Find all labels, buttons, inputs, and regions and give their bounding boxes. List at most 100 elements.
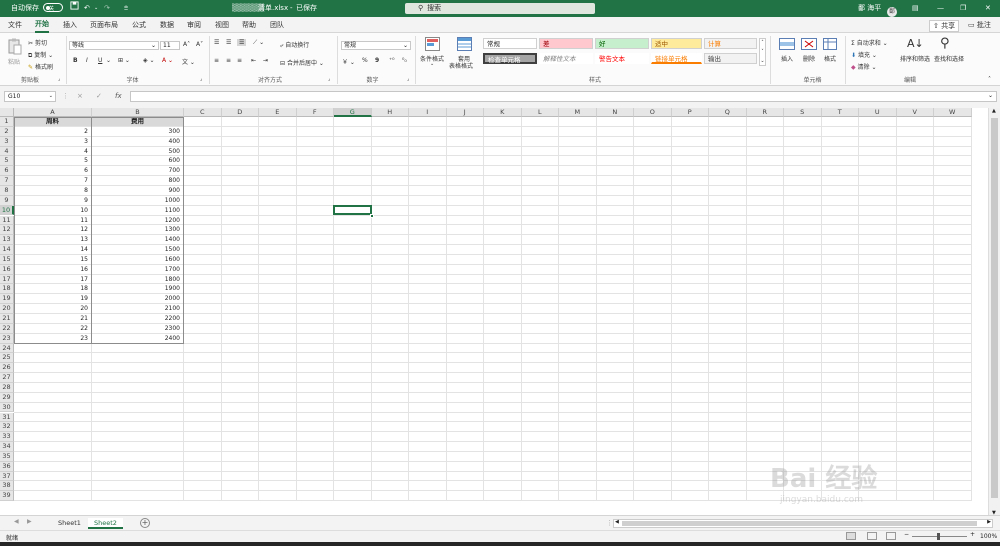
currency-icon[interactable]: ￥ ⌄ — [342, 57, 355, 66]
zoom-in-icon[interactable]: + — [970, 531, 975, 538]
table-cell[interactable]: 800 — [92, 176, 182, 186]
header-cell-b1[interactable]: 费用 — [92, 117, 183, 126]
name-box[interactable]: G10 ⌄ — [4, 91, 56, 102]
tab-page-layout[interactable]: 页面布局 — [90, 17, 118, 33]
align-top-icon[interactable]: ☰ — [214, 39, 219, 46]
row-header[interactable]: 27 — [0, 373, 14, 383]
clipboard-launcher-icon[interactable]: ⌟ — [58, 76, 60, 82]
fill-color-icon[interactable]: ◈ ⌄ — [143, 57, 155, 64]
cut-button[interactable]: ✂ 剪切 — [28, 38, 47, 47]
column-header[interactable]: C — [184, 108, 222, 117]
table-cell[interactable]: 9 — [14, 196, 90, 206]
insert-function-icon[interactable]: fx — [115, 92, 122, 100]
table-cell[interactable]: 17 — [14, 275, 90, 285]
search-box[interactable]: ⚲ 搜索 — [405, 3, 595, 14]
font-launcher-icon[interactable]: ⌟ — [200, 76, 202, 82]
fill-handle[interactable] — [369, 213, 374, 218]
column-header[interactable]: W — [934, 108, 972, 117]
conditional-format-icon[interactable] — [425, 37, 440, 53]
style-cell-explanatory[interactable]: 解释性文本 — [539, 53, 593, 64]
table-cell[interactable]: 13 — [14, 235, 90, 245]
table-cell[interactable]: 1100 — [92, 206, 182, 216]
format-cells-icon[interactable] — [823, 38, 837, 52]
table-cell[interactable]: 1700 — [92, 265, 182, 275]
decrease-indent-icon[interactable]: ⇤ — [251, 57, 256, 64]
table-cell[interactable]: 2100 — [92, 304, 182, 314]
find-select-icon[interactable]: ⚲ — [940, 36, 950, 51]
row-header[interactable]: 6 — [0, 166, 14, 177]
tab-view[interactable]: 视图 — [215, 17, 229, 33]
sheet-tab-sheet2[interactable]: Sheet2 — [88, 518, 123, 529]
zoom-level[interactable]: 100% — [980, 533, 997, 540]
format-cells-button[interactable]: 格式 — [824, 54, 836, 63]
column-header[interactable]: E — [259, 108, 297, 117]
row-header[interactable]: 28 — [0, 382, 14, 393]
clear-button[interactable]: ◆ 清除 ⌄ — [851, 62, 877, 71]
sort-filter-icon[interactable]: A↓ — [907, 37, 924, 50]
column-header[interactable]: P — [671, 108, 709, 117]
style-cell-check[interactable]: 检查单元格 — [483, 53, 537, 64]
table-cell[interactable]: 15 — [14, 255, 90, 265]
table-cell[interactable]: 7 — [14, 176, 90, 186]
next-sheet-icon[interactable]: ▶ — [27, 518, 32, 525]
row-header[interactable]: 23 — [0, 333, 14, 344]
table-cell[interactable]: 400 — [92, 137, 182, 147]
table-cell[interactable]: 500 — [92, 147, 182, 157]
table-cell[interactable]: 11 — [14, 216, 90, 226]
formula-input[interactable] — [130, 91, 997, 102]
column-header[interactable]: B — [92, 108, 184, 117]
style-cell-bad[interactable]: 差 — [539, 38, 593, 49]
ribbon-display-icon[interactable]: ▤ — [912, 0, 919, 17]
column-header[interactable]: Q — [709, 108, 747, 117]
tab-insert[interactable]: 插入 — [63, 17, 77, 33]
row-header[interactable]: 14 — [0, 245, 14, 255]
decrease-font-icon[interactable]: A˅ — [196, 41, 203, 48]
tab-formulas[interactable]: 公式 — [132, 17, 146, 33]
row-header[interactable]: 29 — [0, 392, 14, 403]
table-cell[interactable]: 4 — [14, 147, 90, 157]
format-painter-button[interactable]: ✎ 格式刷 — [28, 62, 53, 71]
select-all-corner[interactable] — [0, 108, 14, 117]
comma-button[interactable]: 9 — [375, 57, 379, 64]
enter-icon[interactable]: ✓ — [96, 92, 102, 100]
style-cell-output[interactable]: 输出 — [704, 53, 757, 64]
table-cell[interactable]: 22 — [14, 324, 90, 334]
bold-button[interactable]: B — [73, 57, 78, 64]
table-cell[interactable]: 1600 — [92, 255, 182, 265]
row-header[interactable]: 3 — [0, 136, 14, 147]
restore-icon[interactable]: ❐ — [960, 0, 966, 17]
column-header[interactable]: A — [14, 108, 92, 117]
worksheet-grid[interactable]: A B C D E F G H I J K L M N O P Q R S T U V W 1 2 3 4 5 6 7 8 9 10 11 12 13… — [0, 108, 988, 516]
column-header[interactable]: G — [334, 108, 372, 117]
add-sheet-icon[interactable]: + — [140, 518, 150, 528]
avatar[interactable]: 鄱 — [887, 0, 897, 17]
row-header[interactable]: 15 — [0, 254, 14, 265]
fill-button[interactable]: ⬇ 填充 ⌄ — [851, 50, 877, 59]
table-cell[interactable]: 1500 — [92, 245, 182, 255]
row-header[interactable]: 33 — [0, 432, 14, 443]
row-header[interactable]: 21 — [0, 314, 14, 324]
style-cell-normal[interactable]: 常规 — [483, 38, 537, 49]
table-cell[interactable]: 10 — [14, 206, 90, 216]
column-header[interactable]: F — [296, 108, 334, 117]
styles-scroll[interactable]: ˄ ˅ ⌄ — [759, 38, 766, 66]
column-header[interactable]: H — [371, 108, 409, 117]
row-header[interactable]: 36 — [0, 461, 14, 472]
row-header[interactable]: 30 — [0, 402, 14, 413]
percent-button[interactable]: % — [362, 57, 368, 64]
row-header[interactable]: 22 — [0, 323, 14, 334]
table-format-icon[interactable] — [457, 37, 472, 53]
tab-split-icon[interactable]: ⋮ — [606, 519, 613, 527]
vertical-scrollbar[interactable]: ▲ ▼ — [988, 108, 1000, 516]
table-cell[interactable]: 21 — [14, 314, 90, 324]
column-header[interactable]: M — [559, 108, 597, 117]
number-format-select[interactable]: 常规 ⌄ — [341, 41, 411, 50]
row-header[interactable]: 13 — [0, 235, 14, 246]
alignment-launcher-icon[interactable]: ⌟ — [328, 76, 330, 82]
table-cell[interactable]: 1900 — [92, 284, 182, 294]
chevron-down-icon[interactable]: ⌄ — [94, 0, 98, 17]
comments-button[interactable]: ▭ 批注 — [966, 20, 993, 30]
table-cell[interactable]: 700 — [92, 166, 182, 176]
table-cell[interactable]: 2200 — [92, 314, 182, 324]
align-middle-icon[interactable]: ☰ — [226, 39, 231, 46]
